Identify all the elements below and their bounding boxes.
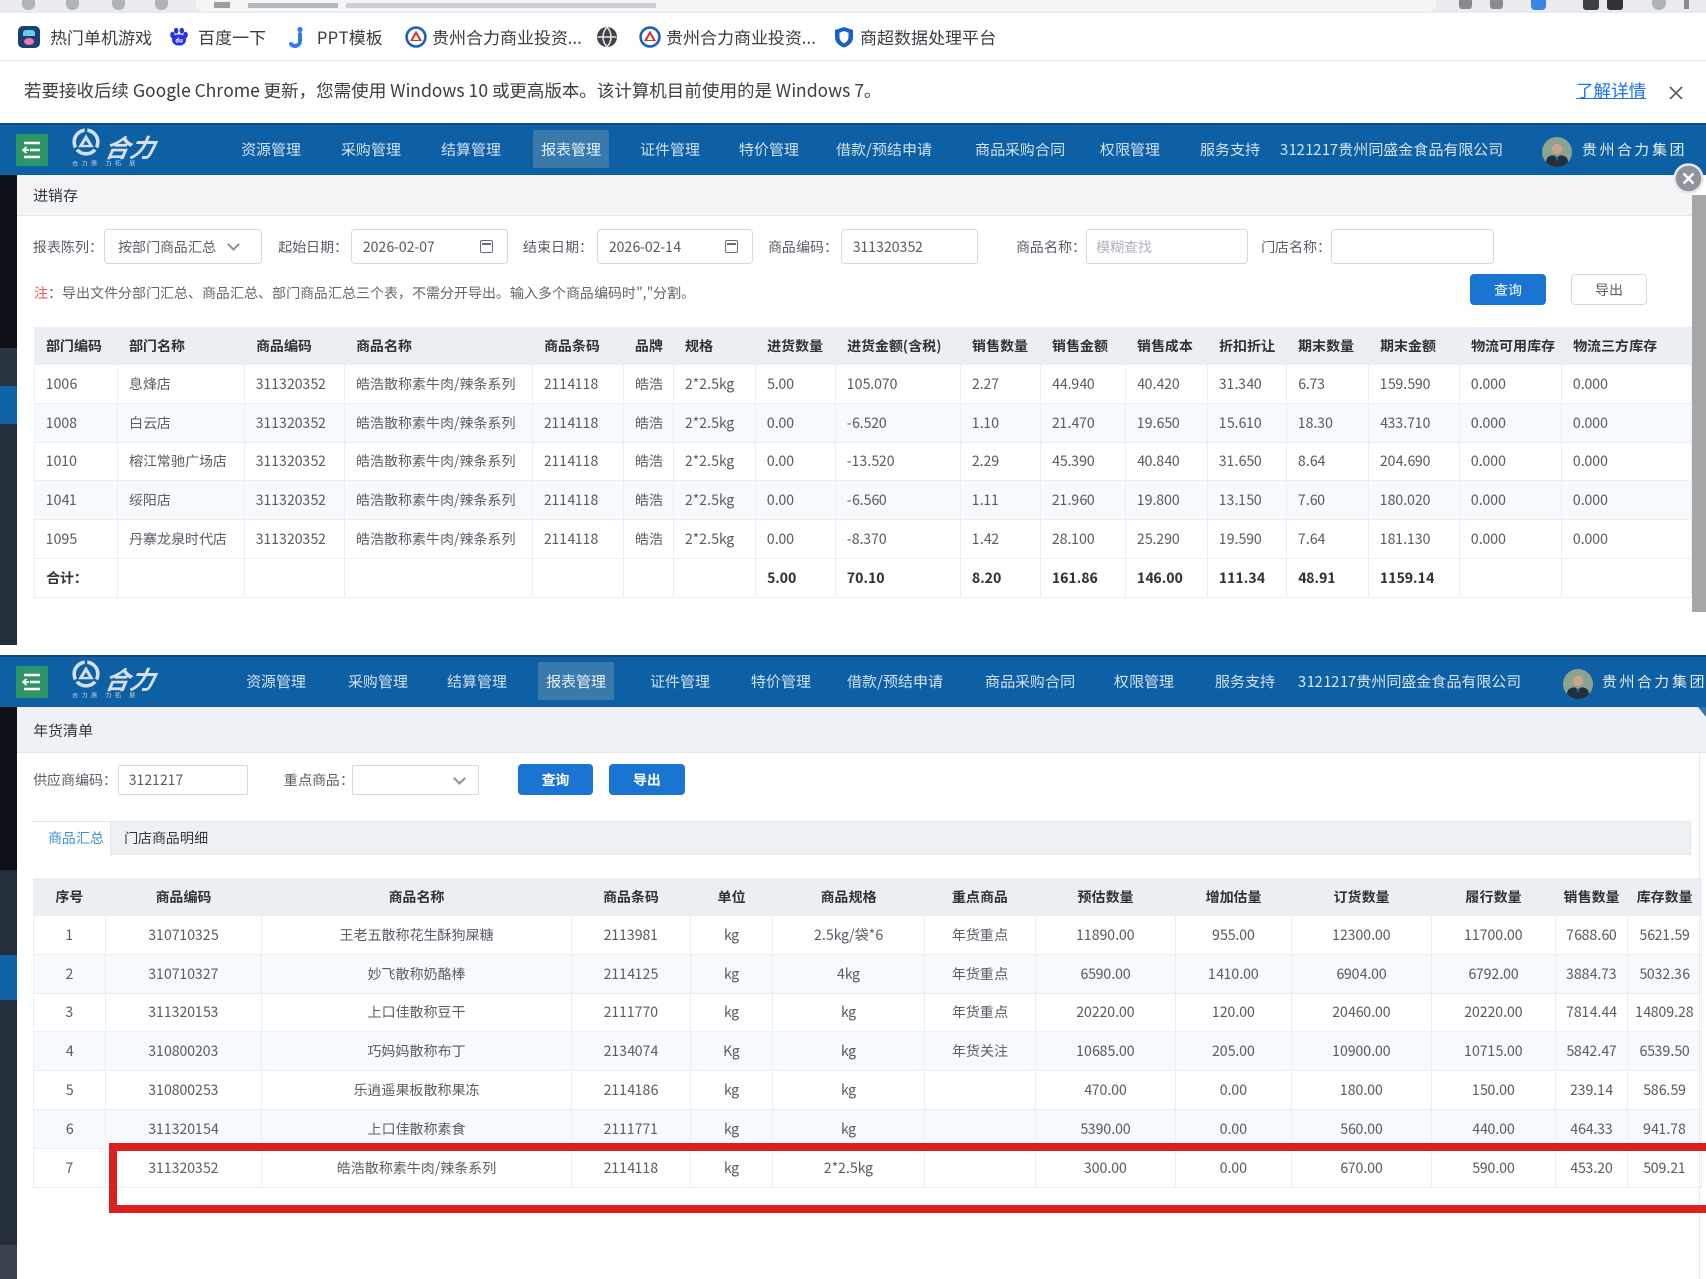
svg-text:du: du	[175, 36, 183, 45]
